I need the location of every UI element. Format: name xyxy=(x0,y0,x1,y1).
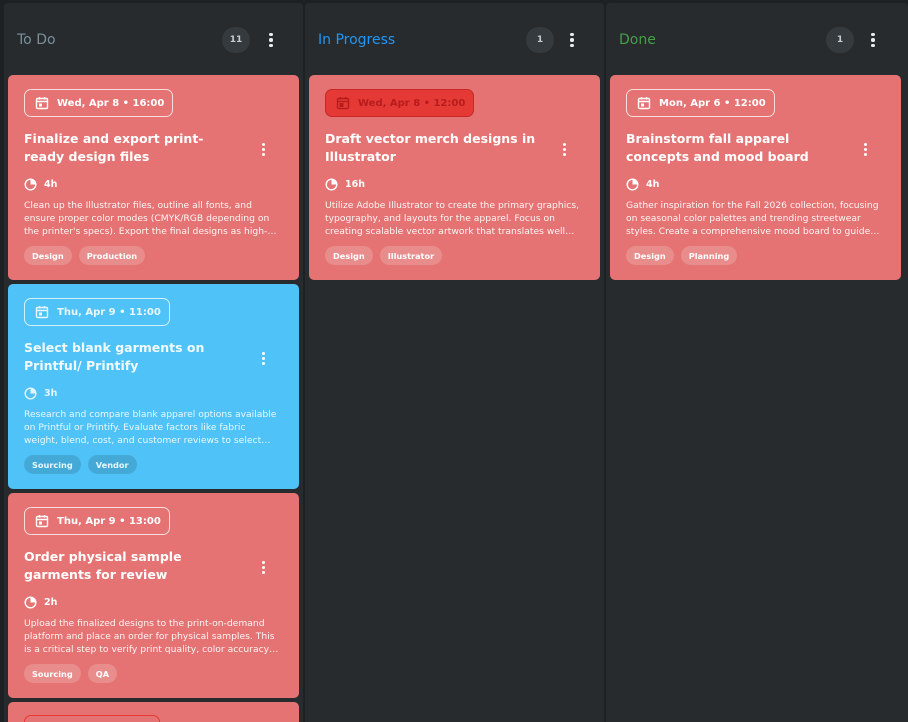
column-menu-button[interactable] xyxy=(566,29,578,51)
calendar-icon xyxy=(35,96,49,110)
card-count-badge: 1 xyxy=(826,27,854,53)
card-count-badge: 11 xyxy=(222,27,250,53)
card-description: Gather inspiration for the Fall 2026 col… xyxy=(626,200,879,237)
more-vertical-icon xyxy=(269,32,273,48)
task-card[interactable]: Wed, Apr 8 • 16:00 Finalize and export p… xyxy=(8,75,299,280)
column-todo: To Do 11 Wed, Apr 8 • 16:00 Finalize and… xyxy=(4,3,303,722)
card-description: Upload the finalized designs to the prin… xyxy=(24,618,275,655)
tag[interactable]: Planning xyxy=(680,246,738,265)
tag[interactable]: Vendor xyxy=(87,455,137,474)
more-vertical-icon xyxy=(871,32,875,48)
due-date-chip[interactable]: Mon, Apr 6 • 12:00 xyxy=(626,89,775,117)
timer-icon xyxy=(24,596,37,609)
tag[interactable]: QA xyxy=(87,664,118,683)
column-title: To Do xyxy=(17,32,56,48)
column-in-progress: In Progress 1 Wed, Apr 8 • 12:00 Draft v… xyxy=(305,3,604,722)
tag-list: Sourcing QA xyxy=(24,664,118,683)
calendar-icon xyxy=(35,305,49,319)
task-card[interactable]: Mon, Apr 6 • 12:00 Brainstorm fall appar… xyxy=(610,75,901,280)
tag[interactable]: Sourcing xyxy=(24,664,81,683)
card-description: Clean up the Illustrator files, outline … xyxy=(24,200,270,237)
tag[interactable]: Design xyxy=(626,246,674,265)
timer-icon xyxy=(325,178,338,191)
card-description: Utilize Adobe Illustrator to create the … xyxy=(325,200,580,237)
card-count-badge: 1 xyxy=(526,27,554,53)
card-menu-button[interactable] xyxy=(859,141,871,157)
estimate-text: 2h xyxy=(44,597,58,608)
due-date-chip[interactable]: Thu, Apr 9 • 13:00 xyxy=(24,507,170,535)
card-menu-button[interactable] xyxy=(257,350,269,366)
tag[interactable]: Illustrator xyxy=(379,246,443,265)
card-description: Research and compare blank apparel optio… xyxy=(24,409,277,446)
tag[interactable]: Sourcing xyxy=(24,455,81,474)
due-date-text: Mon, Apr 6 • 12:00 xyxy=(659,97,766,109)
tag-list: Sourcing Vendor xyxy=(24,455,137,474)
more-vertical-icon xyxy=(562,142,566,156)
estimate-text: 3h xyxy=(44,388,58,399)
card-title: Order physical sample garments for revie… xyxy=(24,549,182,582)
tag[interactable]: Production xyxy=(78,246,146,265)
column-header: Done 1 xyxy=(606,3,908,75)
card-title: Draft vector merch designs in Illustrato… xyxy=(325,131,536,164)
column-header: To Do 11 xyxy=(4,3,303,75)
time-estimate: 4h xyxy=(24,178,57,191)
card-title: Finalize and export print-ready design f… xyxy=(24,131,204,164)
tag-list: Design Illustrator xyxy=(325,246,443,265)
due-date-chip[interactable]: Wed, Apr 8 • 16:00 xyxy=(24,89,174,117)
due-date-text: Thu, Apr 9 • 11:00 xyxy=(57,306,161,318)
card-menu-button[interactable] xyxy=(558,141,570,157)
more-vertical-icon xyxy=(261,560,265,574)
due-date-text: Thu, Apr 9 • 13:00 xyxy=(57,515,161,527)
task-card[interactable]: Wed, Apr 8 • 12:00 Draft vector merch de… xyxy=(309,75,600,280)
card-menu-button[interactable] xyxy=(257,141,269,157)
tag-list: Design Production xyxy=(24,246,146,265)
column-menu-button[interactable] xyxy=(867,29,879,51)
tag[interactable]: Design xyxy=(325,246,373,265)
calendar-icon xyxy=(35,514,49,528)
estimate-text: 4h xyxy=(44,179,58,190)
due-date-text: Wed, Apr 8 • 12:00 xyxy=(358,97,466,109)
due-date-text: Wed, Apr 8 • 16:00 xyxy=(57,97,165,109)
column-done: Done 1 Mon, Apr 6 • 12:00 Brainstorm fal… xyxy=(606,3,908,722)
card-menu-button[interactable] xyxy=(257,559,269,575)
tag[interactable]: Design xyxy=(24,246,72,265)
column-header: In Progress 1 xyxy=(305,3,604,75)
calendar-icon xyxy=(336,96,350,110)
column-title: In Progress xyxy=(318,32,396,48)
card-title: Brainstorm fall apparel concepts and moo… xyxy=(626,131,809,164)
task-card[interactable] xyxy=(8,702,299,722)
time-estimate: 4h xyxy=(626,178,659,191)
due-date-chip-overdue[interactable]: Wed, Apr 8 • 12:00 xyxy=(325,89,475,117)
calendar-icon xyxy=(637,96,651,110)
tag-list: Design Planning xyxy=(626,246,738,265)
time-estimate: 16h xyxy=(325,178,365,191)
timer-icon xyxy=(626,178,639,191)
timer-icon xyxy=(24,387,37,400)
column-menu-button[interactable] xyxy=(265,29,277,51)
task-card[interactable]: Thu, Apr 9 • 11:00 Select blank garments… xyxy=(8,284,299,489)
timer-icon xyxy=(24,178,37,191)
column-title: Done xyxy=(619,32,656,48)
due-date-chip[interactable] xyxy=(24,715,160,722)
more-vertical-icon xyxy=(863,142,867,156)
time-estimate: 2h xyxy=(24,596,57,609)
due-date-chip[interactable]: Thu, Apr 9 • 11:00 xyxy=(24,298,170,326)
card-title: Select blank garments on Printful/ Print… xyxy=(24,340,205,373)
more-vertical-icon xyxy=(261,351,265,365)
estimate-text: 16h xyxy=(345,179,365,190)
task-card[interactable]: Thu, Apr 9 • 13:00 Order physical sample… xyxy=(8,493,299,698)
time-estimate: 3h xyxy=(24,387,57,400)
more-vertical-icon xyxy=(261,142,265,156)
kanban-board: To Do 11 Wed, Apr 8 • 16:00 Finalize and… xyxy=(0,0,908,722)
more-vertical-icon xyxy=(570,32,574,48)
estimate-text: 4h xyxy=(646,179,660,190)
